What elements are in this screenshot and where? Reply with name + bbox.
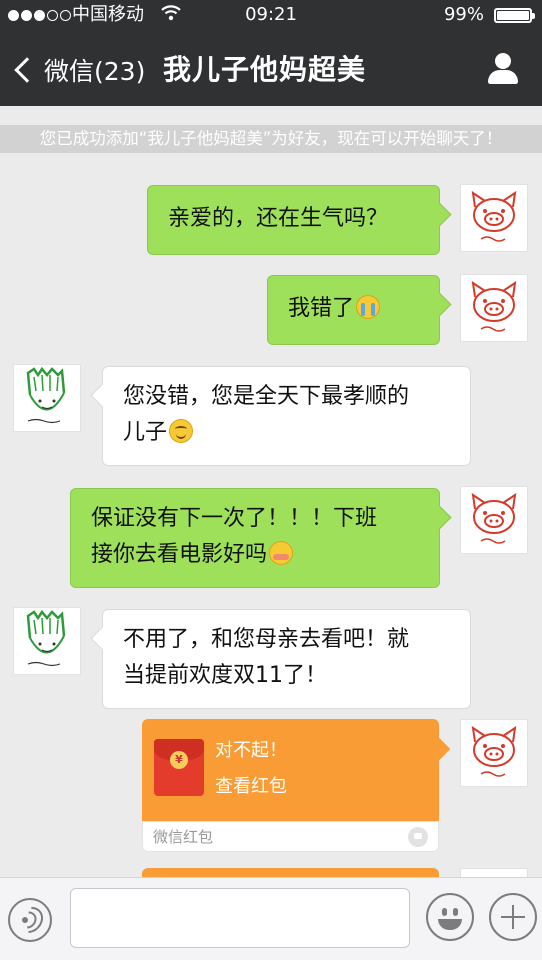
chat-title: 我儿子他妈超美 xyxy=(163,53,367,86)
friend-avatar[interactable] xyxy=(13,607,81,675)
message-text-line: 当提前欢度双11了！ xyxy=(123,663,327,688)
system-notice: 您已成功添加“我儿子他妈超美”为好友，现在可以开始聊天了！ xyxy=(0,125,542,153)
profile-button[interactable] xyxy=(486,52,520,86)
battery-icon xyxy=(494,8,535,23)
pig-avatar-icon xyxy=(471,725,517,777)
wechat-pay-logo-icon xyxy=(408,827,428,847)
red-packet-footer: 微信红包 xyxy=(153,828,214,846)
pig-avatar-icon xyxy=(471,280,517,332)
message-text-line: 接你去看电影好吗 xyxy=(91,542,268,567)
crying-emoji-icon xyxy=(356,295,381,319)
battery-percent: 99% xyxy=(443,4,484,25)
view-red-packet-link[interactable]: 查看红包 xyxy=(215,775,287,799)
nav-bar: 微信(23) 我儿子他妈超美 xyxy=(0,32,542,106)
red-packet-card[interactable]: ¥ 对不起！ 查看红包 微信红包 xyxy=(142,719,439,852)
self-avatar[interactable] xyxy=(460,719,528,787)
input-bar xyxy=(0,877,542,960)
cabbage-avatar-icon xyxy=(26,609,66,667)
message-text-line: 儿子 xyxy=(123,420,168,445)
message-bubble-outgoing[interactable]: 我错了 xyxy=(267,275,440,345)
status-bar: 中国移动 09:21 99% xyxy=(0,0,542,30)
chevron-left-icon xyxy=(14,57,40,83)
pig-avatar-icon xyxy=(471,492,517,544)
message-text: 亲爱的，还在生气吗？ xyxy=(168,206,389,231)
cabbage-avatar-icon xyxy=(26,366,66,424)
message-text-line: 不用了，和您母亲去看吧！就 xyxy=(123,627,410,652)
message-text-line: 您没错，您是全天下最孝顺的 xyxy=(123,384,410,409)
chat-header: 中国移动 09:21 99% 微信(23) 我儿子他妈超美 xyxy=(0,0,542,106)
voice-button[interactable] xyxy=(8,898,52,942)
red-packet-message: 对不起！ xyxy=(215,740,287,761)
shy-emoji-icon xyxy=(269,541,294,565)
smile-emoji-icon xyxy=(169,419,194,443)
more-button[interactable] xyxy=(489,893,537,941)
self-avatar[interactable] xyxy=(460,184,528,252)
message-bubble-outgoing[interactable]: 亲爱的，还在生气吗？ xyxy=(147,185,440,255)
coin-icon: ¥ xyxy=(170,751,188,769)
message-bubble-incoming[interactable]: 不用了，和您母亲去看吧！就 当提前欢度双11了！ xyxy=(102,609,471,709)
pig-avatar-icon xyxy=(471,190,517,242)
person-icon xyxy=(495,53,511,69)
message-bubble-incoming[interactable]: 您没错，您是全天下最孝顺的 儿子 xyxy=(102,366,471,466)
self-avatar[interactable] xyxy=(460,274,528,342)
message-text: 我错了 xyxy=(288,296,355,321)
message-text-line: 保证没有下一次了！！！下班 xyxy=(91,506,378,531)
message-bubble-outgoing[interactable]: 保证没有下一次了！！！下班 接你去看电影好吗 xyxy=(70,488,440,588)
self-avatar[interactable] xyxy=(460,486,528,554)
back-button[interactable]: 微信(23) xyxy=(12,50,145,90)
emoji-button[interactable] xyxy=(426,893,474,941)
message-input[interactable] xyxy=(70,888,410,948)
red-envelope-icon: ¥ xyxy=(154,739,204,796)
friend-avatar[interactable] xyxy=(13,364,81,432)
back-label: 微信(23) xyxy=(44,57,146,86)
